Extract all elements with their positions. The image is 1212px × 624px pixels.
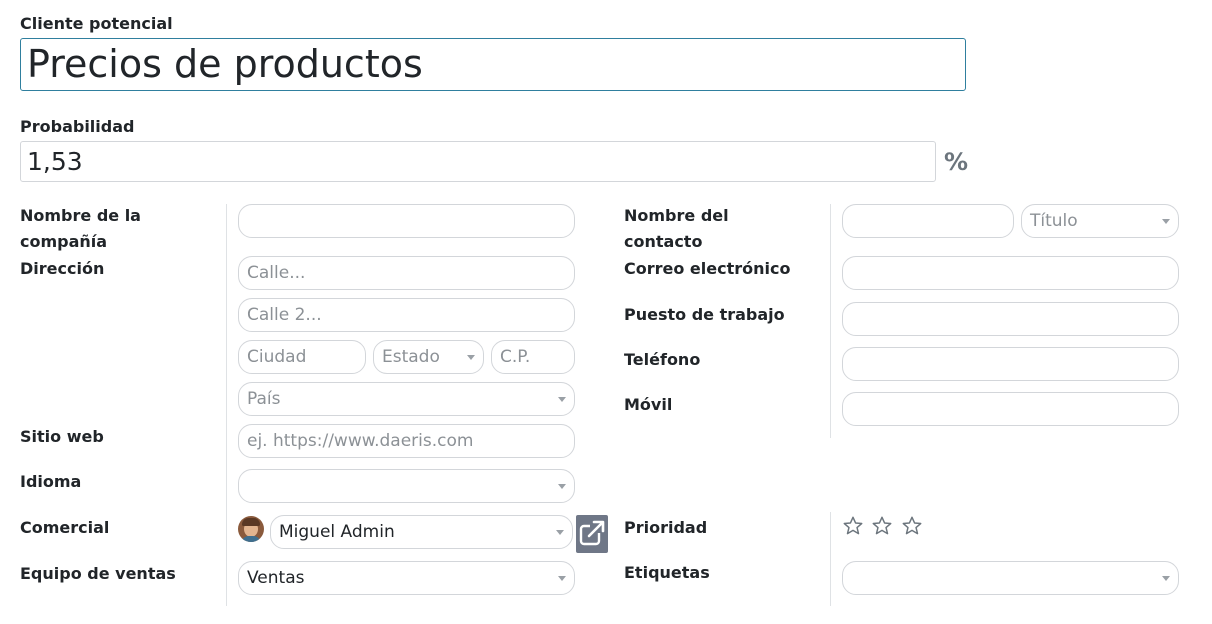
tags-label: Etiquetas bbox=[624, 563, 710, 582]
lead-name-input[interactable]: Precios de productos bbox=[20, 38, 966, 91]
contact-name-input[interactable] bbox=[842, 204, 1014, 238]
chevron-down-icon bbox=[1162, 576, 1170, 581]
star-outline-icon[interactable] bbox=[901, 515, 923, 537]
country-select[interactable]: País bbox=[238, 382, 575, 416]
street2-placeholder: Calle 2... bbox=[247, 305, 322, 325]
salesperson-value: Miguel Admin bbox=[279, 522, 395, 542]
salesperson-select[interactable]: Miguel Admin bbox=[270, 515, 573, 549]
language-label: Idioma bbox=[20, 472, 82, 491]
chevron-down-icon bbox=[558, 484, 566, 489]
zip-placeholder: C.P. bbox=[500, 347, 531, 367]
website-placeholder: ej. https://www.daeris.com bbox=[247, 431, 474, 451]
mobile-label: Móvil bbox=[624, 395, 673, 414]
sales-team-select[interactable]: Ventas bbox=[238, 561, 575, 595]
city-placeholder: Ciudad bbox=[247, 347, 307, 367]
title-select[interactable]: Título bbox=[1021, 204, 1179, 238]
street2-input[interactable]: Calle 2... bbox=[238, 298, 575, 332]
website-input[interactable]: ej. https://www.daeris.com bbox=[238, 424, 575, 458]
left-column-divider bbox=[226, 204, 227, 606]
city-input[interactable]: Ciudad bbox=[238, 340, 366, 374]
percent-sign: % bbox=[944, 148, 969, 176]
street-input[interactable]: Calle... bbox=[238, 256, 575, 290]
sales-team-label: Equipo de ventas bbox=[20, 564, 176, 583]
lead-name-value: Precios de productos bbox=[27, 42, 423, 86]
external-link-button[interactable] bbox=[576, 515, 608, 553]
title-placeholder: Título bbox=[1030, 211, 1078, 231]
chevron-down-icon bbox=[558, 397, 566, 402]
zip-input[interactable]: C.P. bbox=[491, 340, 575, 374]
probability-label: Probabilidad bbox=[20, 117, 135, 136]
email-label: Correo electrónico bbox=[624, 259, 791, 278]
external-link-icon bbox=[579, 520, 605, 546]
star-outline-icon[interactable] bbox=[842, 515, 864, 537]
chevron-down-icon bbox=[558, 576, 566, 581]
state-select[interactable]: Estado bbox=[373, 340, 484, 374]
company-name-input[interactable] bbox=[238, 204, 575, 238]
phone-input[interactable] bbox=[842, 347, 1179, 381]
salesperson-label: Comercial bbox=[20, 518, 110, 537]
probability-value: 1,53 bbox=[27, 147, 83, 176]
chevron-down-icon bbox=[556, 530, 564, 535]
priority-label: Prioridad bbox=[624, 518, 708, 537]
phone-label: Teléfono bbox=[624, 350, 701, 369]
email-input[interactable] bbox=[842, 256, 1179, 290]
chevron-down-icon bbox=[467, 355, 475, 360]
lead-label: Cliente potencial bbox=[20, 14, 173, 33]
language-select[interactable] bbox=[238, 469, 575, 503]
chevron-down-icon bbox=[1162, 219, 1170, 224]
sales-team-value: Ventas bbox=[247, 568, 305, 588]
job-position-label: Puesto de trabajo bbox=[624, 305, 785, 324]
contact-name-label: Nombre del contacto bbox=[624, 206, 729, 251]
company-name-label: Nombre de la compañía bbox=[20, 206, 141, 251]
mobile-input[interactable] bbox=[842, 392, 1179, 426]
avatar bbox=[238, 516, 264, 542]
star-outline-icon[interactable] bbox=[871, 515, 893, 537]
right-column-divider-bottom bbox=[830, 512, 831, 606]
probability-input[interactable]: 1,53 bbox=[20, 141, 936, 182]
website-label: Sitio web bbox=[20, 427, 104, 446]
country-placeholder: País bbox=[247, 389, 281, 409]
tags-select[interactable] bbox=[842, 561, 1179, 595]
job-position-input[interactable] bbox=[842, 302, 1179, 336]
street-placeholder: Calle... bbox=[247, 263, 306, 283]
address-label: Dirección bbox=[20, 259, 105, 278]
state-placeholder: Estado bbox=[382, 347, 440, 367]
right-column-divider-top bbox=[830, 204, 831, 438]
